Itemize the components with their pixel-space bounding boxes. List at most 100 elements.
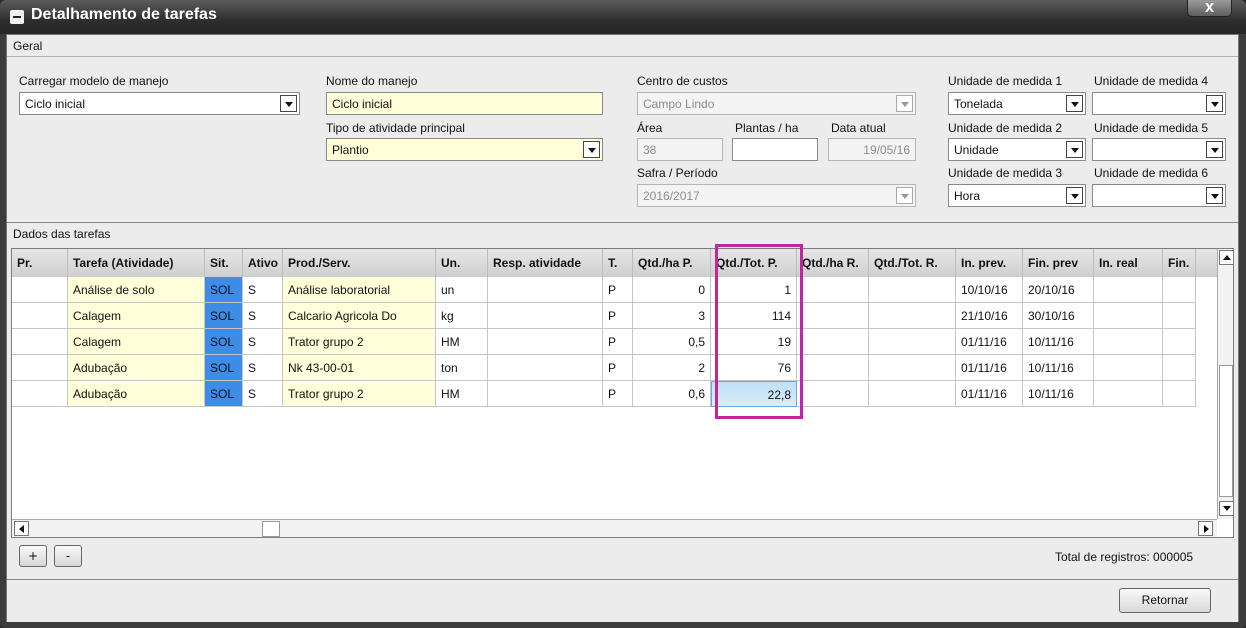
table-cell[interactable]: 10/11/16 xyxy=(1023,381,1094,407)
column-header[interactable]: Ativo xyxy=(243,249,283,277)
carregar-modelo-select[interactable]: Ciclo inicial xyxy=(19,92,300,115)
remove-row-button[interactable]: - xyxy=(54,545,82,567)
column-header[interactable]: Pr. xyxy=(12,249,68,277)
chevron-down-icon[interactable] xyxy=(1066,95,1083,112)
close-button[interactable]: X xyxy=(1187,0,1232,17)
table-cell[interactable] xyxy=(869,277,956,303)
table-cell[interactable] xyxy=(488,277,603,303)
table-cell[interactable]: 0,6 xyxy=(633,381,711,407)
table-cell[interactable]: Calagem xyxy=(68,329,205,355)
table-cell[interactable]: S xyxy=(243,355,283,381)
scroll-right-icon[interactable] xyxy=(1198,521,1213,536)
table-cell[interactable] xyxy=(12,329,68,355)
table-cell[interactable]: 10/11/16 xyxy=(1023,355,1094,381)
um3-select[interactable]: Hora xyxy=(948,184,1086,207)
table-cell[interactable]: Adubação xyxy=(68,381,205,407)
table-cell[interactable]: P xyxy=(603,355,633,381)
table-cell[interactable]: 3 xyxy=(633,303,711,329)
table-cell[interactable]: HM xyxy=(436,381,488,407)
table-cell[interactable] xyxy=(1094,303,1163,329)
table-cell[interactable] xyxy=(1094,381,1163,407)
plantas-ha-input[interactable] xyxy=(732,138,818,161)
vertical-scrollbar[interactable] xyxy=(1217,249,1233,519)
table-cell[interactable]: 0 xyxy=(633,277,711,303)
column-header[interactable]: Prod./Serv. xyxy=(283,249,436,277)
table-cell[interactable]: P xyxy=(603,303,633,329)
table-cell[interactable]: SOL xyxy=(205,381,243,407)
table-cell[interactable] xyxy=(488,303,603,329)
scroll-left-icon[interactable] xyxy=(14,521,29,536)
tipo-atividade-select[interactable]: Plantio xyxy=(326,138,603,161)
table-cell[interactable] xyxy=(1163,303,1196,329)
table-cell[interactable]: SOL xyxy=(205,277,243,303)
um6-select[interactable] xyxy=(1092,184,1226,207)
nome-manejo-input[interactable]: Ciclo inicial xyxy=(326,92,603,115)
title-bar[interactable]: Detalhamento de tarefas X xyxy=(0,0,1246,34)
table-cell[interactable]: 0,5 xyxy=(633,329,711,355)
window-menu-icon[interactable] xyxy=(10,10,24,24)
table-cell[interactable]: SOL xyxy=(205,303,243,329)
table-cell[interactable]: Trator grupo 2 xyxy=(283,381,436,407)
table-cell[interactable]: 01/11/16 xyxy=(956,355,1023,381)
table-cell[interactable]: P xyxy=(603,277,633,303)
table-cell[interactable] xyxy=(797,277,869,303)
column-header[interactable]: Tarefa (Atividade) xyxy=(68,249,205,277)
um4-select[interactable] xyxy=(1092,92,1226,115)
table-cell[interactable]: 10/11/16 xyxy=(1023,329,1094,355)
table-cell[interactable]: Análise laboratorial xyxy=(283,277,436,303)
horizontal-scroll-thumb[interactable] xyxy=(262,521,280,537)
column-header[interactable]: In. prev. xyxy=(956,249,1023,277)
column-header[interactable]: Resp. atividade xyxy=(488,249,603,277)
table-row[interactable]: Análise de solo SOL S Análise laboratorial u… xyxy=(12,277,1217,303)
table-cell[interactable]: 10/10/16 xyxy=(956,277,1023,303)
table-cell[interactable]: S xyxy=(243,277,283,303)
chevron-down-icon[interactable] xyxy=(1206,95,1223,112)
table-cell[interactable]: ton xyxy=(436,355,488,381)
table-cell[interactable]: P xyxy=(603,329,633,355)
table-cell[interactable] xyxy=(1163,381,1196,407)
column-header[interactable]: Fin. prev xyxy=(1023,249,1094,277)
chevron-down-icon[interactable] xyxy=(280,95,297,112)
column-header[interactable]: T. xyxy=(603,249,633,277)
table-cell[interactable]: S xyxy=(243,381,283,407)
table-cell[interactable] xyxy=(1163,277,1196,303)
table-row[interactable]: Calagem SOL S Calcario Agricola Do kg P 3 114 21… xyxy=(12,303,1217,329)
table-cell[interactable] xyxy=(12,303,68,329)
table-cell[interactable] xyxy=(869,329,956,355)
table-cell[interactable] xyxy=(12,277,68,303)
column-header[interactable]: Qtd./Tot. R. xyxy=(869,249,956,277)
table-cell[interactable] xyxy=(1163,355,1196,381)
table-cell[interactable]: Trator grupo 2 xyxy=(283,329,436,355)
table-cell[interactable]: S xyxy=(243,303,283,329)
column-header[interactable]: In. real xyxy=(1094,249,1163,277)
column-header[interactable]: Un. xyxy=(436,249,488,277)
table-cell[interactable] xyxy=(869,303,956,329)
um2-select[interactable]: Unidade xyxy=(948,138,1086,161)
um1-select[interactable]: Tonelada xyxy=(948,92,1086,115)
table-cell[interactable]: 20/10/16 xyxy=(1023,277,1094,303)
table-cell[interactable]: HM xyxy=(436,329,488,355)
table-cell[interactable]: Adubação xyxy=(68,355,205,381)
table-cell[interactable] xyxy=(1163,329,1196,355)
table-cell[interactable] xyxy=(488,329,603,355)
table-row[interactable]: Adubação SOL S Nk 43-00-01 ton P 2 76 01/11/16 10… xyxy=(12,355,1217,381)
table-cell[interactable]: 01/11/16 xyxy=(956,381,1023,407)
table-cell[interactable]: un xyxy=(436,277,488,303)
table-cell[interactable]: Análise de solo xyxy=(68,277,205,303)
table-cell[interactable]: Calcario Agricola Do xyxy=(283,303,436,329)
table-cell[interactable] xyxy=(488,355,603,381)
table-cell[interactable] xyxy=(1094,277,1163,303)
table-cell[interactable]: 21/10/16 xyxy=(956,303,1023,329)
table-cell[interactable]: Nk 43-00-01 xyxy=(283,355,436,381)
table-cell[interactable]: SOL xyxy=(205,329,243,355)
column-header[interactable]: Sit. xyxy=(205,249,243,277)
column-header[interactable]: Qtd./ha R. xyxy=(797,249,869,277)
vertical-scroll-thumb[interactable] xyxy=(1219,365,1233,497)
table-cell[interactable] xyxy=(797,303,869,329)
table-cell[interactable] xyxy=(797,381,869,407)
scroll-up-icon[interactable] xyxy=(1219,250,1233,265)
table-cell[interactable]: SOL xyxy=(205,355,243,381)
table-cell[interactable] xyxy=(869,355,956,381)
um5-select[interactable] xyxy=(1092,138,1226,161)
table-cell[interactable]: P xyxy=(603,381,633,407)
